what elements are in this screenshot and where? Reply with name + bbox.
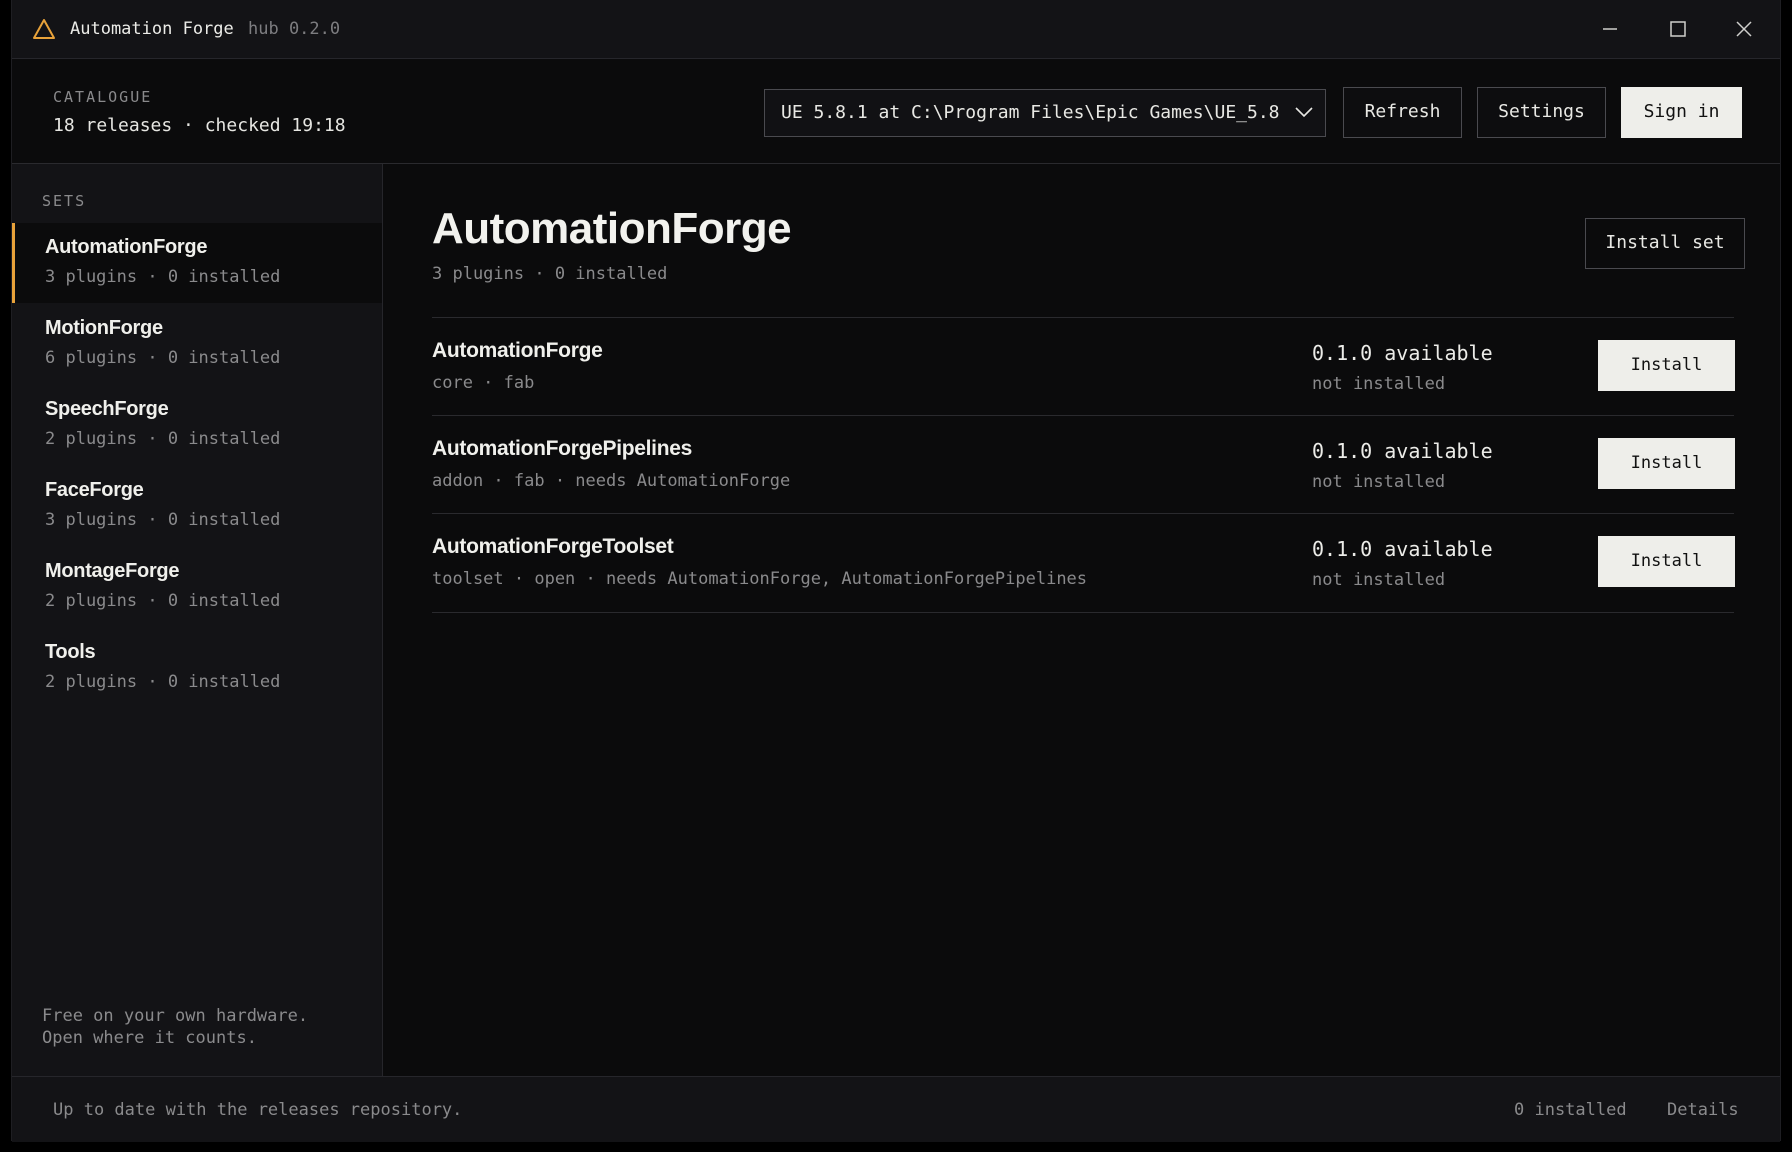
engine-version-select[interactable]: UE 5.8.1 at C:\Program Files\Epic Games\…: [764, 89, 1326, 137]
install-button[interactable]: Install: [1598, 536, 1735, 587]
set-name: MotionForge: [45, 317, 163, 339]
chevron-down-icon: [1295, 107, 1313, 118]
app-window: Automation Forge hub 0.2.0 CATALOGUE 18 …: [11, 0, 1781, 1142]
set-meta: 3 plugins · 0 installed: [45, 267, 281, 287]
sidebar-item-speechforge[interactable]: SpeechForge 2 plugins · 0 installed: [12, 385, 382, 465]
title-bar[interactable]: Automation Forge hub 0.2.0: [12, 0, 1780, 59]
app-title: Automation Forge: [70, 19, 234, 39]
set-name: SpeechForge: [45, 398, 169, 420]
install-set-button[interactable]: Install set: [1585, 218, 1745, 269]
plugin-meta: toolset · open · needs AutomationForge, …: [432, 569, 1088, 589]
catalogue-label: CATALOGUE: [53, 88, 153, 106]
page-title: AutomationForge: [432, 204, 792, 253]
sidebar-item-automationforge[interactable]: AutomationForge 3 plugins · 0 installed: [12, 223, 382, 303]
sets-label: SETS: [42, 192, 87, 210]
installed-count: 0 installed: [1514, 1100, 1627, 1120]
plugin-list: AutomationForge core · fab 0.1.0 availab…: [432, 317, 1735, 613]
warning-triangle-logo-icon: [33, 19, 55, 39]
plugin-meta: addon · fab · needs AutomationForge: [432, 471, 791, 491]
set-name: Tools: [45, 641, 96, 663]
plugin-status: not installed: [1312, 374, 1446, 394]
tagline-line-2: Open where it counts.: [42, 1028, 257, 1048]
sidebar-item-motionforge[interactable]: MotionForge 6 plugins · 0 installed: [12, 304, 382, 384]
set-name: AutomationForge: [45, 236, 208, 258]
close-icon: [1736, 21, 1752, 37]
plugin-status: not installed: [1312, 472, 1446, 492]
sidebar-item-tools[interactable]: Tools 2 plugins · 0 installed: [12, 628, 382, 708]
install-button[interactable]: Install: [1598, 438, 1735, 489]
sign-in-button[interactable]: Sign in: [1621, 87, 1742, 138]
plugin-name: AutomationForgeToolset: [432, 535, 674, 558]
set-meta: 3 plugins · 0 installed: [45, 510, 281, 530]
set-meta: 6 plugins · 0 installed: [45, 348, 281, 368]
plugin-row: AutomationForgeToolset toolset · open · …: [432, 513, 1735, 613]
plugin-version: 0.1.0 available: [1312, 537, 1493, 561]
plugin-name: AutomationForgePipelines: [432, 437, 692, 460]
set-name: FaceForge: [45, 479, 144, 501]
sidebar-item-montageforge[interactable]: MontageForge 2 plugins · 0 installed: [12, 547, 382, 627]
sidebar-item-faceforge[interactable]: FaceForge 3 plugins · 0 installed: [12, 466, 382, 546]
plugin-name: AutomationForge: [432, 339, 603, 362]
plugin-meta: core · fab: [432, 373, 535, 393]
plugin-version: 0.1.0 available: [1312, 341, 1493, 365]
set-meta: 2 plugins · 0 installed: [45, 429, 281, 449]
details-link[interactable]: Details: [1667, 1100, 1739, 1120]
set-meta: 2 plugins · 0 installed: [45, 591, 281, 611]
plugin-status: not installed: [1312, 570, 1446, 590]
minimize-button[interactable]: [1592, 13, 1628, 45]
catalogue-status: 18 releases · checked 19:18: [53, 115, 346, 136]
maximize-icon: [1670, 21, 1686, 37]
engine-select-value: UE 5.8.1 at C:\Program Files\Epic Games\…: [781, 102, 1280, 123]
plugin-row: AutomationForgePipelines addon · fab · n…: [432, 415, 1735, 513]
main-content: AutomationForge 3 plugins · 0 installed …: [383, 164, 1780, 1076]
tagline-line-1: Free on your own hardware.: [42, 1006, 309, 1026]
sidebar-tagline: Free on your own hardware. Open where it…: [42, 1005, 308, 1049]
plugin-version: 0.1.0 available: [1312, 439, 1493, 463]
app-version: hub 0.2.0: [248, 19, 341, 39]
set-meta: 2 plugins · 0 installed: [45, 672, 281, 692]
close-button[interactable]: [1726, 13, 1762, 45]
plugin-row: AutomationForge core · fab 0.1.0 availab…: [432, 317, 1735, 415]
minimize-icon: [1603, 28, 1617, 30]
page-subtitle: 3 plugins · 0 installed: [432, 264, 668, 284]
sidebar: SETS AutomationForge 3 plugins · 0 insta…: [12, 164, 383, 1076]
status-message: Up to date with the releases repository.: [53, 1100, 463, 1120]
maximize-button[interactable]: [1660, 13, 1696, 45]
install-button[interactable]: Install: [1598, 340, 1735, 391]
settings-button[interactable]: Settings: [1477, 87, 1606, 138]
status-bar: Up to date with the releases repository.…: [12, 1076, 1780, 1142]
set-name: MontageForge: [45, 560, 180, 582]
header: CATALOGUE 18 releases · checked 19:18 UE…: [12, 59, 1780, 164]
refresh-button[interactable]: Refresh: [1343, 87, 1462, 138]
